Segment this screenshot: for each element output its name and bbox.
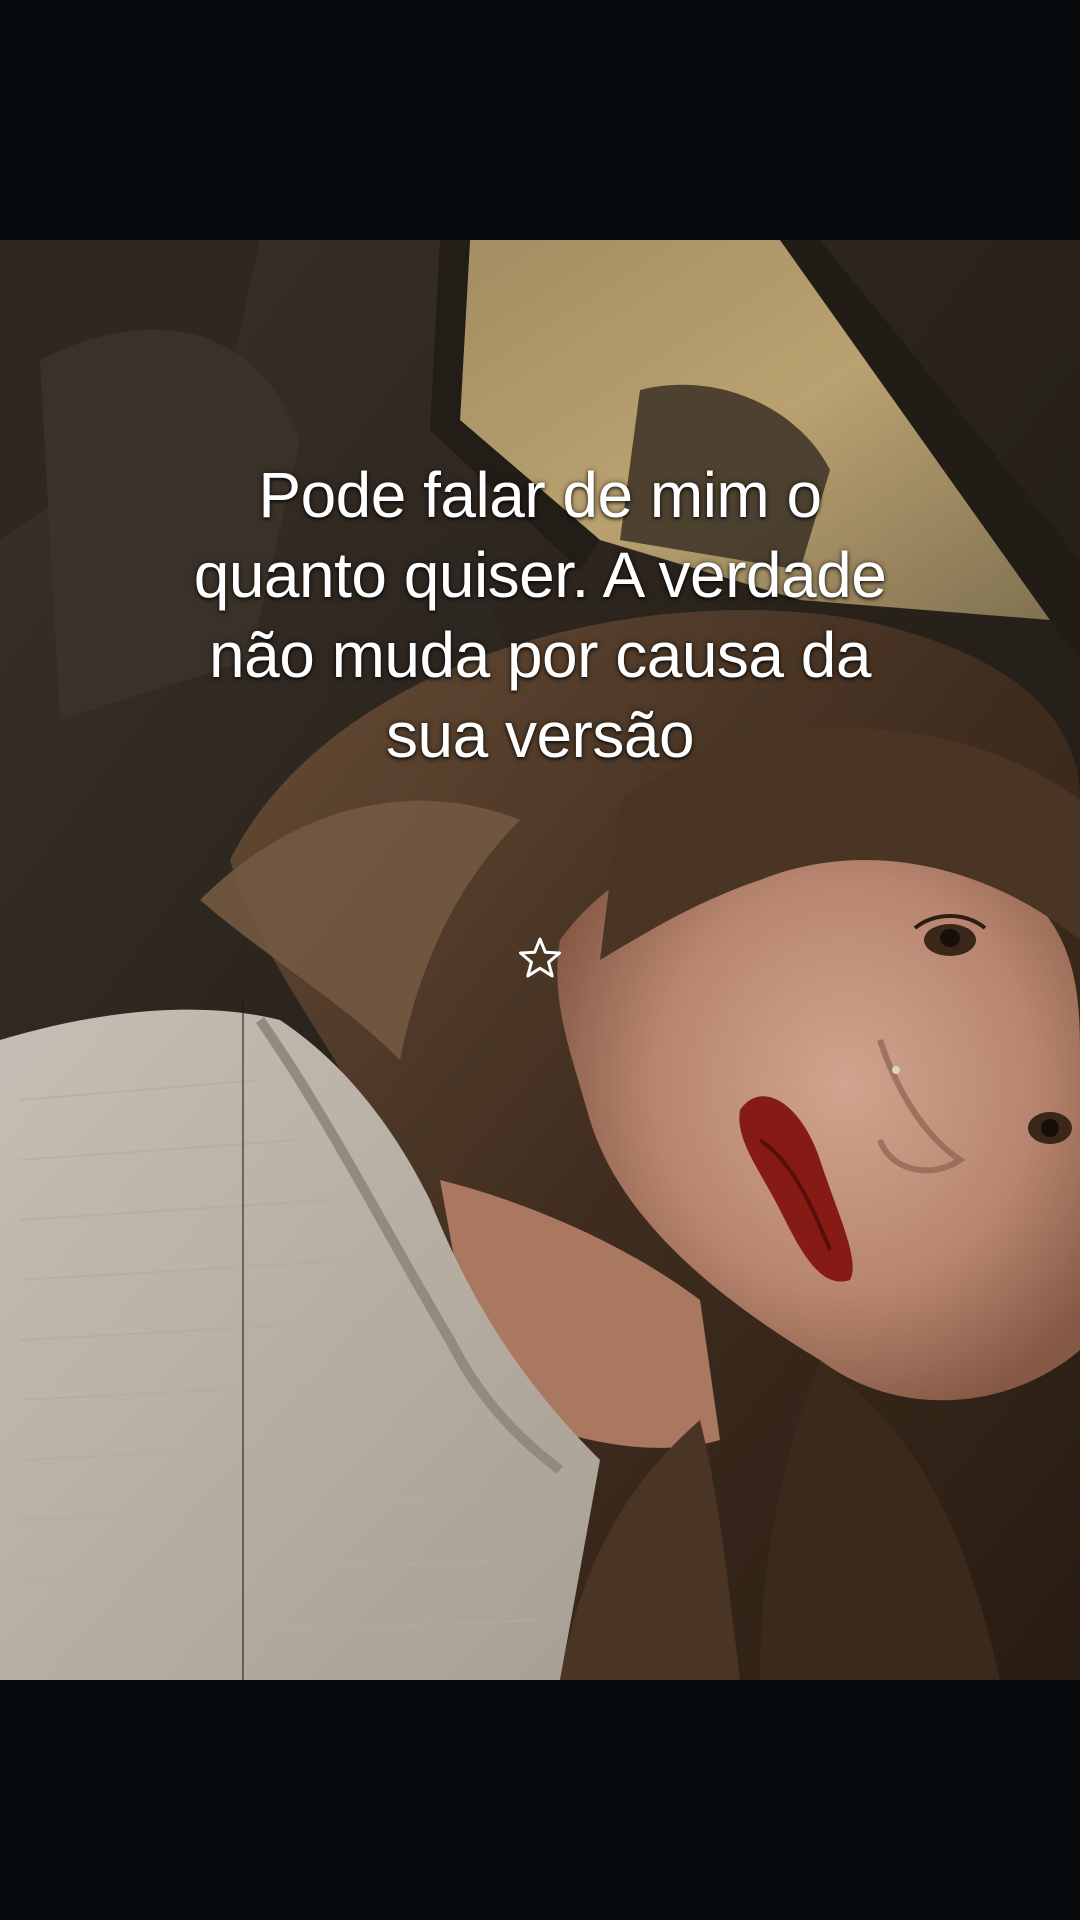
star-outline-icon <box>517 935 563 981</box>
video-frame: Pode falar de mim o quanto quiser. A ver… <box>0 0 1080 1920</box>
caption-text: Pode falar de mim o quanto quiser. A ver… <box>193 459 887 771</box>
letterbox-bottom <box>0 1680 1080 1920</box>
letterbox-top <box>0 0 1080 240</box>
